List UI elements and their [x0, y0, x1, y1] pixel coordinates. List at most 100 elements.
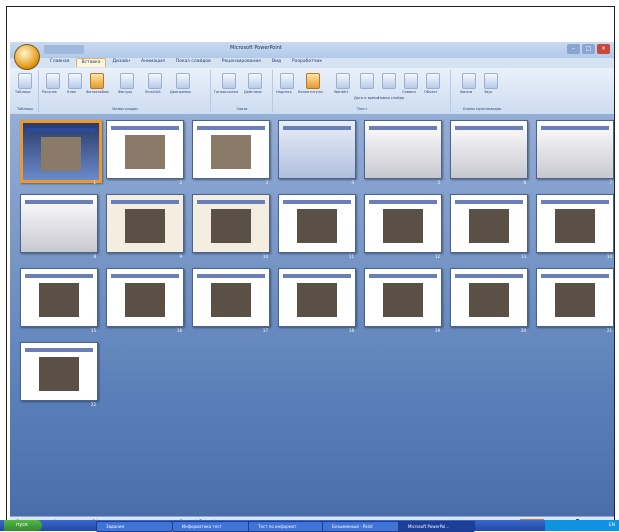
action-icon[interactable] — [248, 73, 262, 89]
slide-title-bar — [541, 126, 609, 130]
slide-thumbnail[interactable] — [192, 194, 270, 253]
tab-developer[interactable]: Разработчик — [288, 58, 326, 67]
taskbar-item-tasks[interactable]: Задания — [96, 521, 173, 532]
hyperlink-icon[interactable] — [222, 73, 236, 89]
minimize-button[interactable]: – — [567, 44, 580, 54]
slide-title-bar — [283, 126, 351, 130]
slide-thumbnail[interactable] — [536, 268, 614, 327]
slide-number: 6 — [523, 180, 526, 185]
close-button[interactable]: × — [597, 44, 610, 54]
slide-photo — [125, 209, 165, 243]
slide-number: 4 — [351, 180, 354, 185]
slide-number: 1 — [93, 180, 96, 185]
slide-thumbnail[interactable] — [536, 194, 614, 253]
slide-title-bar — [111, 200, 179, 204]
slide-title-bar — [541, 274, 609, 278]
slide-thumbnail[interactable] — [20, 342, 98, 401]
slide-number: 10 — [262, 254, 268, 259]
movie-icon[interactable] — [462, 73, 476, 89]
tab-animation[interactable]: Анимация — [137, 58, 169, 67]
tab-design[interactable]: Дизайн — [109, 58, 134, 67]
slide-thumbnail[interactable] — [278, 120, 356, 179]
slide-thumbnail[interactable] — [20, 268, 98, 327]
powerpoint-window: Microsoft PowerPoint – □ × Главная Встав… — [10, 42, 614, 528]
group-text: Надпись Колонтитулы WordArt Дата и время… — [274, 70, 451, 112]
date-time-icon[interactable] — [360, 73, 374, 89]
slide-photo — [211, 283, 251, 317]
smartart-icon[interactable] — [148, 73, 162, 89]
slide-photo — [125, 135, 165, 169]
title-bar: Microsoft PowerPoint – □ × — [10, 42, 614, 58]
taskbar-item-informatics[interactable]: Информатика тест — [172, 521, 251, 532]
clip-icon[interactable] — [68, 73, 82, 89]
taskbar-item-powerpoint[interactable]: Microsoft PowerPoi... — [398, 521, 475, 532]
office-button[interactable] — [14, 44, 40, 70]
slide-number: 21 — [606, 328, 612, 333]
start-button[interactable]: пуск — [4, 520, 42, 531]
tab-slideshow[interactable]: Показ слайдов — [172, 58, 215, 67]
slide-title-bar — [197, 274, 265, 278]
textbox-icon[interactable] — [280, 73, 294, 89]
tab-review[interactable]: Рецензирование — [218, 58, 265, 67]
slide-thumbnail[interactable] — [192, 268, 270, 327]
slide-number: 16 — [176, 328, 182, 333]
slide-title-bar — [283, 274, 351, 278]
slide-photo — [469, 209, 509, 243]
slide-number: 13 — [520, 254, 526, 259]
slide-photo — [39, 357, 79, 391]
slide-thumbnail[interactable] — [450, 120, 528, 179]
slide-thumbnail[interactable] — [106, 268, 184, 327]
tab-home[interactable]: Главная — [46, 58, 73, 67]
chart-icon[interactable] — [176, 73, 190, 89]
slide-thumbnail[interactable] — [364, 120, 442, 179]
slide-thumbnail[interactable] — [536, 120, 614, 179]
slide-title-bar — [25, 348, 93, 352]
group-tables: Таблица Таблицы — [12, 70, 39, 112]
slide-thumbnail[interactable] — [192, 120, 270, 179]
slide-thumbnail[interactable] — [278, 268, 356, 327]
sound-icon[interactable] — [484, 73, 498, 89]
slide-number: 2 — [179, 180, 182, 185]
taskbar-item-test[interactable]: Тест по информат — [248, 521, 325, 532]
tab-view[interactable]: Вид — [268, 58, 285, 67]
system-tray[interactable]: EN — [545, 520, 619, 531]
symbol-icon[interactable] — [404, 73, 418, 89]
wordart-icon[interactable] — [336, 73, 350, 89]
slide-number: 3 — [265, 180, 268, 185]
object-icon[interactable] — [426, 73, 440, 89]
slide-number: 11 — [348, 254, 354, 259]
slide-title-bar — [111, 126, 179, 130]
slide-photo — [41, 137, 81, 171]
slide-thumbnail[interactable] — [106, 194, 184, 253]
photo-album-icon[interactable] — [90, 73, 104, 89]
slide-photo — [297, 209, 337, 243]
slide-thumbnail[interactable] — [450, 268, 528, 327]
slide-number: 12 — [434, 254, 440, 259]
picture-icon[interactable] — [46, 73, 60, 89]
slide-photo — [555, 283, 595, 317]
slide-number: 22 — [90, 402, 96, 407]
slide-number: 15 — [90, 328, 96, 333]
slide-thumbnail[interactable] — [106, 120, 184, 179]
slide-thumbnail[interactable] — [450, 194, 528, 253]
slide-number: 14 — [606, 254, 612, 259]
slide-thumbnail[interactable] — [364, 194, 442, 253]
tab-insert[interactable]: Вставка — [76, 58, 106, 67]
slide-title-bar — [369, 274, 437, 278]
window-title: Microsoft PowerPoint — [230, 45, 282, 51]
slide-thumbnail[interactable] — [364, 268, 442, 327]
table-icon[interactable] — [18, 73, 32, 89]
taskbar: пуск Задания Информатика тест Тест по ин… — [0, 520, 619, 532]
taskbar-item-paint[interactable]: Безымянный - Paint — [322, 521, 403, 532]
slide-thumbnail[interactable] — [20, 120, 102, 183]
header-footer-icon[interactable] — [306, 73, 320, 89]
slide-number-icon[interactable] — [382, 73, 396, 89]
quick-access-toolbar[interactable] — [44, 45, 84, 54]
slide-photo — [297, 283, 337, 317]
slide-title-bar — [369, 126, 437, 130]
slide-thumbnail[interactable] — [278, 194, 356, 253]
group-media: Фильм Звук Клипы мультимедиа — [452, 70, 512, 112]
shapes-icon[interactable] — [120, 73, 134, 89]
maximize-button[interactable]: □ — [582, 44, 595, 54]
slide-thumbnail[interactable] — [20, 194, 98, 253]
